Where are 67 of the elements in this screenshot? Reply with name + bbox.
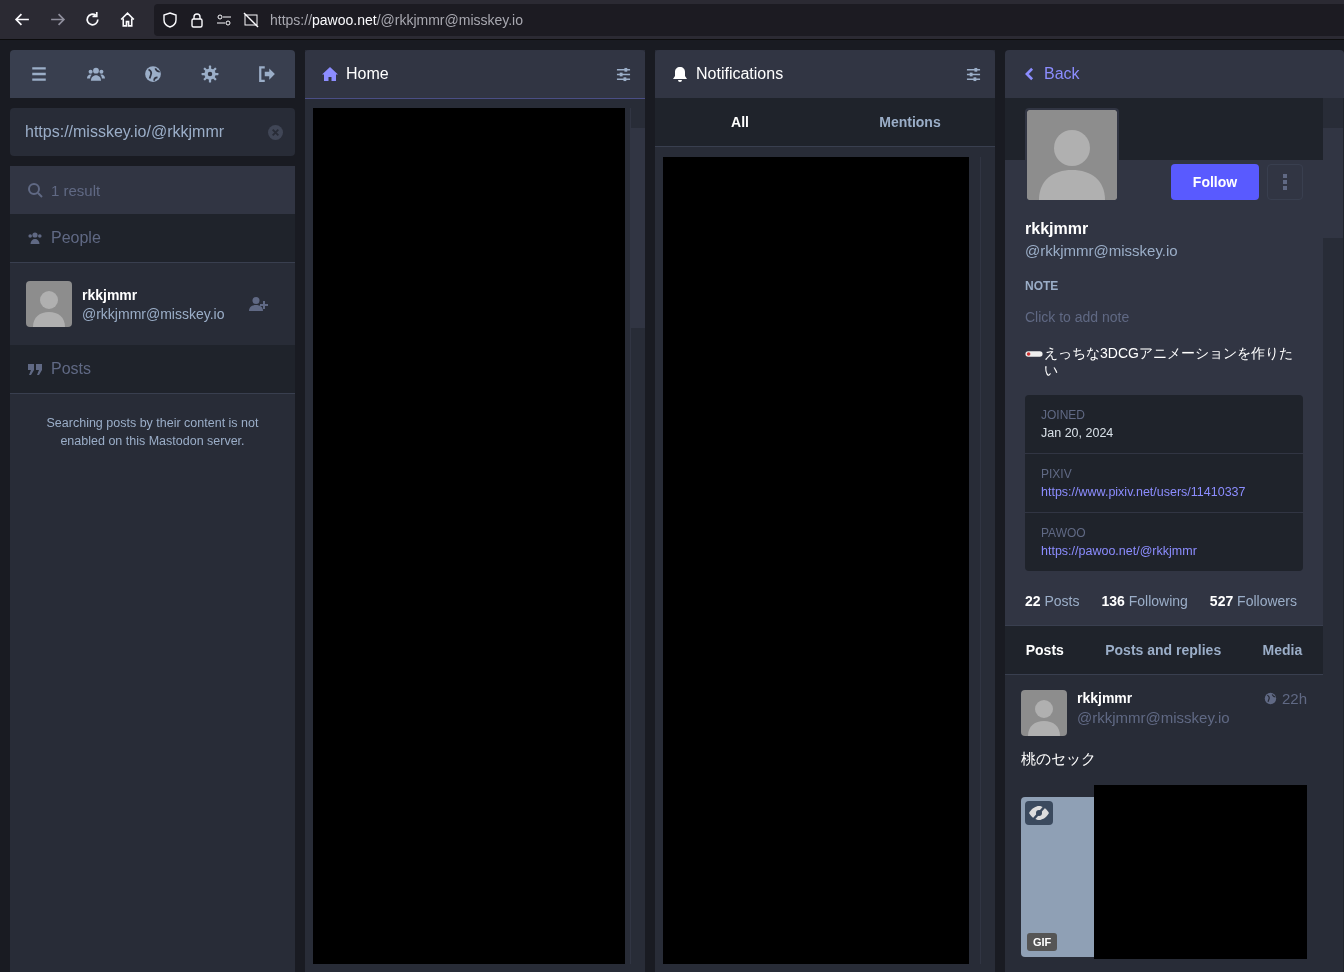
gif-badge: GIF: [1027, 933, 1058, 951]
column-title: Notifications: [696, 65, 785, 83]
menu-icon[interactable]: [29, 65, 48, 83]
search-field[interactable]: https://misskey.io/@rkkjmmr: [10, 108, 295, 156]
bell-icon: [672, 66, 688, 82]
column-title: Home: [346, 65, 390, 83]
blocked-media-icon[interactable]: [243, 11, 259, 28]
home-icon[interactable]: [119, 11, 136, 28]
avatar-placeholder: [26, 281, 72, 327]
account-stat-link[interactable]: 22 Posts: [1025, 593, 1080, 609]
quote-icon: [27, 361, 43, 377]
profile-tab[interactable]: Posts: [1019, 626, 1070, 674]
account-handle: @rkkjmmr@misskey.io: [1025, 242, 1179, 259]
url-text: https://pawoo.net/@rkkjmmr@misskey.io: [270, 11, 524, 28]
post-text: 桃のセック: [1021, 750, 1097, 769]
logout-icon[interactable]: [257, 65, 276, 83]
avatar-placeholder: [1021, 690, 1067, 736]
display-name: rkkjmmr: [1025, 220, 1090, 238]
home-icon: [322, 66, 338, 82]
posts-search-message: Searching posts by their content is not enabled on this Mastodon server.: [45, 415, 260, 450]
people-heading: People: [51, 229, 101, 247]
filter-tab[interactable]: All: [655, 98, 825, 146]
account-stat-link[interactable]: 527 Followers: [1209, 593, 1297, 609]
photo-placeholder[interactable]: GIF: [1021, 797, 1094, 957]
people-icon: [27, 230, 43, 246]
profile-tab[interactable]: Posts and replies: [1099, 626, 1228, 674]
search-icon: [27, 182, 43, 198]
permissions-icon[interactable]: [216, 11, 232, 28]
people-icon[interactable]: [86, 65, 105, 83]
shield-icon[interactable]: [162, 11, 178, 28]
profile-bio: えっちな3DCGアニメーションを作りたい: [1044, 345, 1294, 379]
follow-user-icon[interactable]: [249, 296, 269, 312]
forward-arrow-icon[interactable]: [49, 11, 66, 28]
field-value: Jan 20, 2024: [1041, 426, 1115, 440]
field-label: JOINED: [1041, 408, 1086, 422]
follow-button[interactable]: Follow: [1171, 164, 1259, 200]
address-bar[interactable]: https://pawoo.net/@rkkjmmr@misskey.io: [154, 3, 1344, 36]
account-handle: @rkkjmmr@misskey.io: [82, 305, 226, 322]
account-name: rkkjmmr: [82, 286, 139, 303]
globe-icon: [1263, 692, 1277, 705]
author-handle: @rkkjmmr@misskey.io: [1077, 709, 1231, 726]
filter-tab[interactable]: Mentions: [825, 98, 995, 146]
reload-icon[interactable]: [84, 11, 101, 28]
posts-heading: Posts: [51, 360, 91, 378]
globe-icon[interactable]: [143, 65, 162, 83]
account-result[interactable]: rkkjmmr @rkkjmmr@misskey.io: [10, 263, 295, 345]
results-count: 1 result: [51, 181, 101, 199]
field-link[interactable]: https://www.pixiv.net/users/11410337: [1041, 485, 1287, 499]
vertical-dots-icon: [1283, 174, 1287, 190]
lock-icon[interactable]: [189, 11, 205, 28]
column-settings-icon[interactable]: [966, 66, 981, 82]
account-stat-link[interactable]: 136 Following: [1101, 593, 1188, 609]
hide-media-icon[interactable]: [1025, 801, 1053, 825]
field-label: PAWOO: [1041, 526, 1087, 540]
profile-tab[interactable]: Media: [1256, 626, 1309, 674]
scrollbar[interactable]: [1323, 98, 1343, 972]
settings-icon[interactable]: [200, 65, 219, 83]
field-link[interactable]: https://pawoo.net/@rkkjmmr: [1041, 544, 1287, 558]
author-name: rkkjmmr: [1077, 690, 1134, 706]
back-button[interactable]: Back: [1022, 65, 1080, 83]
chevron-left-icon: [1025, 67, 1034, 81]
field-label: PIXIV: [1041, 467, 1073, 481]
note-label: NOTE: [1025, 279, 1060, 293]
column-settings-icon[interactable]: [616, 66, 631, 82]
back-arrow-icon[interactable]: [14, 11, 31, 28]
post-time: 22h: [1281, 690, 1307, 707]
custom-emoji-icon: [1025, 350, 1043, 358]
